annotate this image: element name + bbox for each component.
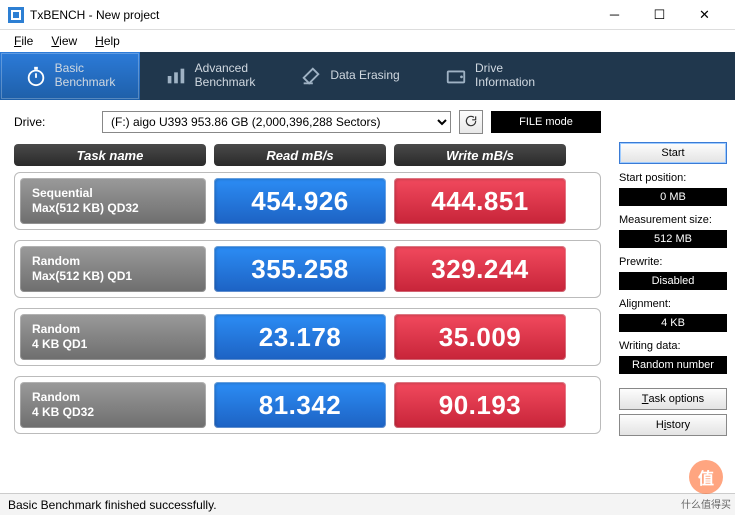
history-button[interactable]: History [619,414,727,436]
prewrite-label: Prewrite: [619,256,727,268]
statusbar: Basic Benchmark finished successfully. [0,493,735,515]
read-value: 23.178 [214,314,386,360]
stopwatch-icon [25,65,47,87]
read-value: 355.258 [214,246,386,292]
task-cell: SequentialMax(512 KB) QD32 [20,178,206,224]
tab-data-erasing[interactable]: Data Erasing [280,52,420,100]
menu-help[interactable]: Help [87,32,128,50]
close-button[interactable]: ✕ [682,1,727,29]
startpos-value: 0 MB [619,188,727,206]
task-cell: Random4 KB QD32 [20,382,206,428]
read-value: 81.342 [214,382,386,428]
watermark: 值 什么值得买 [681,460,731,511]
erase-icon [300,65,322,87]
tab-label: BasicBenchmark [55,62,116,90]
task-cell: RandomMax(512 KB) QD1 [20,246,206,292]
app-icon [8,7,24,23]
file-mode-indicator: FILE mode [491,111,601,133]
bench-row: SequentialMax(512 KB) QD32 454.926 444.8… [14,172,601,230]
menu-view[interactable]: View [43,32,85,50]
tab-label: DriveInformation [475,62,535,90]
prewrite-value: Disabled [619,272,727,290]
refresh-button[interactable] [459,110,483,134]
meassize-value: 512 MB [619,230,727,248]
write-value: 444.851 [394,178,566,224]
meassize-label: Measurement size: [619,214,727,226]
tabbar: BasicBenchmark AdvancedBenchmark Data Er… [0,52,735,100]
drive-label: Drive: [14,115,94,129]
write-value: 329.244 [394,246,566,292]
bench-row: Random4 KB QD1 23.178 35.009 [14,308,601,366]
titlebar: TxBENCH - New project ─ ☐ ✕ [0,0,735,30]
window-title: TxBENCH - New project [30,8,592,22]
bench-row: RandomMax(512 KB) QD1 355.258 329.244 [14,240,601,298]
tab-label: AdvancedBenchmark [195,62,256,90]
align-value: 4 KB [619,314,727,332]
drive-select[interactable]: (F:) aigo U393 953.86 GB (2,000,396,288 … [102,111,451,133]
header-write: Write mB/s [394,144,566,166]
maximize-button[interactable]: ☐ [637,1,682,29]
header-row: Task name Read mB/s Write mB/s [14,144,601,166]
start-button[interactable]: Start [619,142,727,164]
write-value: 90.193 [394,382,566,428]
tab-label: Data Erasing [330,69,399,83]
drive-icon [445,65,467,87]
header-read: Read mB/s [214,144,386,166]
bench-row: Random4 KB QD32 81.342 90.193 [14,376,601,434]
tab-basic-benchmark[interactable]: BasicBenchmark [0,52,140,100]
bars-icon [165,65,187,87]
align-label: Alignment: [619,298,727,310]
tab-drive-information[interactable]: DriveInformation [420,52,560,100]
menu-file[interactable]: File [6,32,41,50]
tab-advanced-benchmark[interactable]: AdvancedBenchmark [140,52,280,100]
main-panel: Drive: (F:) aigo U393 953.86 GB (2,000,3… [0,100,615,493]
write-value: 35.009 [394,314,566,360]
watermark-icon: 值 [689,460,723,494]
minimize-button[interactable]: ─ [592,1,637,29]
task-cell: Random4 KB QD1 [20,314,206,360]
side-panel: Start Start position: 0 MB Measurement s… [615,100,735,493]
menubar: File View Help [0,30,735,52]
wdata-label: Writing data: [619,340,727,352]
wdata-value: Random number [619,356,727,374]
refresh-icon [464,114,478,131]
header-task: Task name [14,144,206,166]
watermark-text: 什么值得买 [681,496,731,511]
status-text: Basic Benchmark finished successfully. [8,498,217,512]
task-options-button[interactable]: Task options [619,388,727,410]
read-value: 454.926 [214,178,386,224]
startpos-label: Start position: [619,172,727,184]
